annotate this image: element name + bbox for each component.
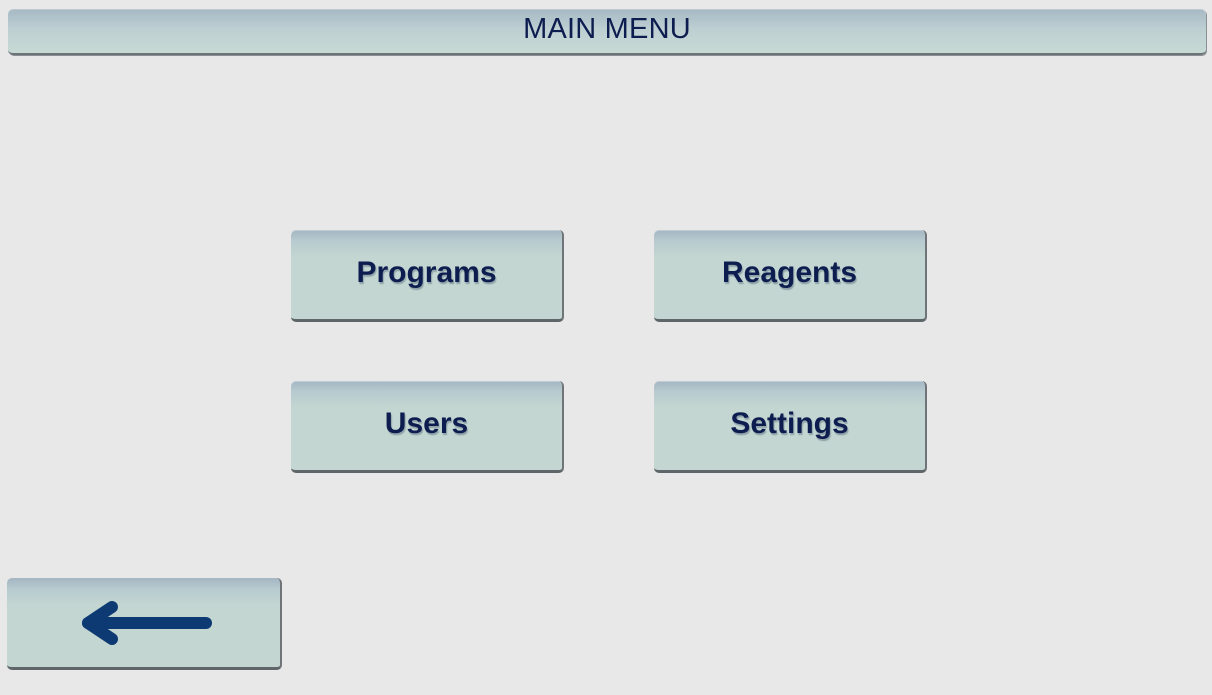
- page-title: MAIN MENU: [523, 12, 691, 45]
- settings-button[interactable]: Settings: [654, 381, 927, 473]
- reagents-button[interactable]: Reagents: [654, 230, 927, 322]
- back-button[interactable]: [7, 578, 282, 670]
- settings-button-label: Settings: [730, 406, 849, 440]
- users-button[interactable]: Users: [291, 381, 564, 473]
- arrow-left-icon: [81, 600, 212, 645]
- users-button-label: Users: [384, 406, 469, 440]
- programs-button[interactable]: Programs: [291, 230, 564, 322]
- title-bar: MAIN MENU: [8, 9, 1206, 55]
- programs-button-label: Programs: [356, 255, 497, 289]
- reagents-button-label: Reagents: [721, 255, 858, 289]
